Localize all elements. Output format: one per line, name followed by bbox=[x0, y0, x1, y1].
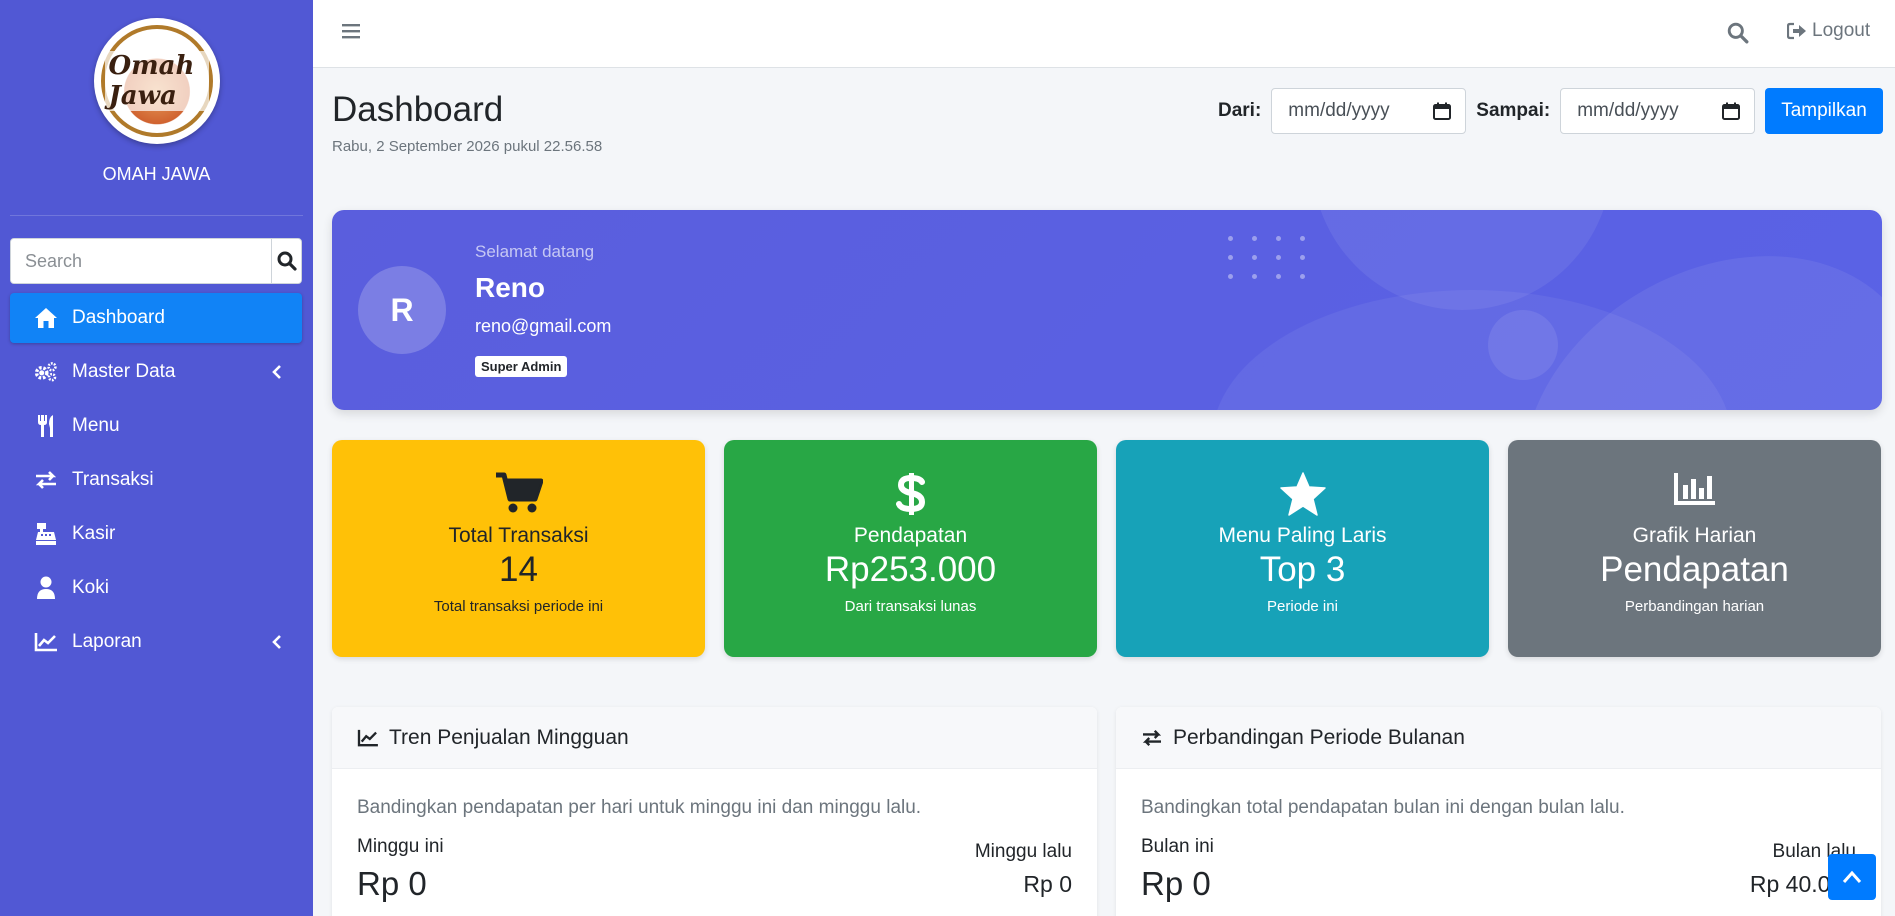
exchange-icon bbox=[34, 468, 58, 492]
previous-period-label: Minggu lalu bbox=[974, 841, 1072, 862]
show-button[interactable]: Tampilkan bbox=[1765, 88, 1883, 134]
card-value: 14 bbox=[499, 550, 538, 589]
page-title: Dashboard bbox=[332, 90, 504, 129]
current-period-value: Rp 0 bbox=[1141, 865, 1211, 902]
banner-dots bbox=[1228, 236, 1306, 279]
current-period-label: Minggu ini bbox=[357, 836, 444, 857]
previous-period-value: Rp 0 bbox=[1023, 871, 1072, 897]
sidebar-item-kasir[interactable]: Kasir bbox=[10, 509, 302, 559]
logout-link[interactable]: Logout bbox=[1787, 20, 1870, 42]
sidebar-item-label: Master Data bbox=[72, 361, 176, 382]
utensils-icon bbox=[34, 414, 58, 438]
page-datetime: Rabu, 2 September 2026 pukul 22.56.58 bbox=[332, 138, 603, 155]
search-icon bbox=[277, 251, 297, 271]
bars-icon bbox=[342, 24, 360, 39]
card-value: Pendapatan bbox=[1600, 550, 1789, 589]
cash-register-icon bbox=[34, 522, 58, 546]
sidebar-search-input[interactable] bbox=[11, 239, 271, 283]
sidebar-item-transaksi[interactable]: Transaksi bbox=[10, 455, 302, 505]
chart-line-icon bbox=[34, 630, 58, 654]
sidebar-item-label: Koki bbox=[72, 577, 109, 598]
card-subtitle: Dari transaksi lunas bbox=[844, 598, 977, 615]
search-icon bbox=[1727, 22, 1749, 44]
card-title: Total Transaksi bbox=[448, 524, 589, 547]
calendar-icon bbox=[1722, 102, 1741, 120]
from-date-input[interactable]: mm/dd/yyyy bbox=[1271, 88, 1467, 134]
card-title: Pendapatan bbox=[853, 524, 968, 547]
user-email: reno@gmail.com bbox=[475, 316, 612, 336]
current-period-value: Rp 0 bbox=[357, 865, 427, 902]
sidebar-item-dashboard[interactable]: Dashboard bbox=[10, 293, 302, 343]
user-icon bbox=[34, 576, 58, 600]
user-avatar: R bbox=[358, 266, 446, 354]
role-badge: Super Admin bbox=[475, 356, 568, 377]
sidebar-item-laporan[interactable]: Laporan bbox=[10, 617, 302, 667]
welcome-banner: R Selamat datang Reno reno@gmail.com Sup… bbox=[332, 210, 1882, 410]
sidebar-item-label: Laporan bbox=[72, 631, 142, 652]
date-filter: Dari: mm/dd/yyyy Sampai: mm/dd/yyyy Tamp… bbox=[1218, 88, 1883, 134]
card-subtitle: Total transaksi periode ini bbox=[433, 598, 604, 615]
logout-label: Logout bbox=[1812, 20, 1871, 41]
to-date-input[interactable]: mm/dd/yyyy bbox=[1560, 88, 1756, 134]
to-label: Sampai: bbox=[1476, 100, 1551, 121]
panel-description: Bandingkan pendapatan per hari untuk min… bbox=[357, 797, 922, 818]
weekly-trend-panel: Tren Penjualan Mingguan Bandingkan penda… bbox=[332, 707, 1097, 916]
sidebar-nav: Dashboard Master Data Menu Transaksi Kas… bbox=[10, 293, 302, 671]
card-subtitle: Periode ini bbox=[1267, 598, 1338, 615]
user-name: Reno bbox=[475, 272, 545, 303]
logo-text: Omah Jawa bbox=[104, 51, 209, 111]
top-search-button[interactable] bbox=[1727, 22, 1749, 49]
current-period-label: Bulan ini bbox=[1141, 836, 1214, 857]
sidebar-item-label: Kasir bbox=[72, 523, 116, 544]
sidebar-item-label: Menu bbox=[72, 415, 120, 436]
card-value: Rp253.000 bbox=[824, 550, 997, 589]
star-icon bbox=[1279, 472, 1326, 516]
chevron-left-icon bbox=[272, 365, 281, 379]
sidebar-item-menu[interactable]: Menu bbox=[10, 401, 302, 451]
sidebar-item-label: Transaksi bbox=[72, 469, 154, 490]
to-date-placeholder: mm/dd/yyyy bbox=[1577, 100, 1679, 121]
brand[interactable]: Omah Jawa OMAH JAWA bbox=[10, 0, 303, 216]
sidebar-item-koki[interactable]: Koki bbox=[10, 563, 302, 613]
brand-name: OMAH JAWA bbox=[102, 164, 211, 184]
from-label: Dari: bbox=[1218, 100, 1262, 121]
cogs-icon bbox=[34, 360, 58, 384]
welcome-greeting: Selamat datang bbox=[475, 242, 595, 261]
chevron-left-icon bbox=[272, 635, 281, 649]
sidebar-item-master-data[interactable]: Master Data bbox=[10, 347, 302, 397]
card-subtitle: Perbandingan harian bbox=[1624, 598, 1765, 615]
topbar: Logout bbox=[313, 0, 1895, 68]
panel-title: Perbandingan Periode Bulanan bbox=[1173, 725, 1465, 749]
cart-icon bbox=[495, 472, 543, 513]
home-icon bbox=[34, 306, 58, 330]
calendar-icon bbox=[1433, 102, 1452, 120]
sidebar-item-label: Dashboard bbox=[72, 307, 165, 328]
sidebar-search-button[interactable] bbox=[271, 239, 301, 283]
from-date-placeholder: mm/dd/yyyy bbox=[1288, 100, 1390, 121]
chart-line-icon bbox=[357, 729, 378, 746]
banner-decoration bbox=[1488, 310, 1558, 380]
panel-title: Tren Penjualan Mingguan bbox=[389, 725, 629, 749]
scroll-to-top-button[interactable] bbox=[1828, 854, 1876, 900]
sidebar-search bbox=[10, 238, 302, 284]
sidebar-toggle-button[interactable] bbox=[341, 22, 361, 45]
panel-header: Tren Penjualan Mingguan bbox=[332, 707, 1097, 769]
bar-chart-icon bbox=[1673, 473, 1715, 505]
card-title: Grafik Harian bbox=[1632, 524, 1757, 547]
brand-logo: Omah Jawa bbox=[93, 18, 220, 144]
stat-card-total-transaksi[interactable]: Total Transaksi 14 Total transaksi perio… bbox=[332, 440, 705, 657]
dollar-icon bbox=[895, 473, 925, 515]
panel-header: Perbandingan Periode Bulanan bbox=[1116, 707, 1881, 769]
stat-card-grafik-harian[interactable]: Grafik Harian Pendapatan Perbandingan ha… bbox=[1508, 440, 1881, 657]
exchange-icon bbox=[1142, 729, 1162, 746]
sidebar: Omah Jawa OMAH JAWA Dashboard Master Dat… bbox=[0, 0, 313, 916]
chevron-up-icon bbox=[1842, 870, 1862, 883]
card-value: Top 3 bbox=[1259, 550, 1346, 589]
panel-description: Bandingkan total pendapatan bulan ini de… bbox=[1141, 797, 1625, 818]
card-title: Menu Paling Laris bbox=[1218, 524, 1387, 547]
stat-card-menu-paling-laris[interactable]: Menu Paling Laris Top 3 Periode ini bbox=[1116, 440, 1489, 657]
sign-out-icon bbox=[1787, 22, 1806, 40]
monthly-comparison-panel: Perbandingan Periode Bulanan Bandingkan … bbox=[1116, 707, 1881, 916]
stat-card-pendapatan[interactable]: Pendapatan Rp253.000 Dari transaksi luna… bbox=[724, 440, 1097, 657]
